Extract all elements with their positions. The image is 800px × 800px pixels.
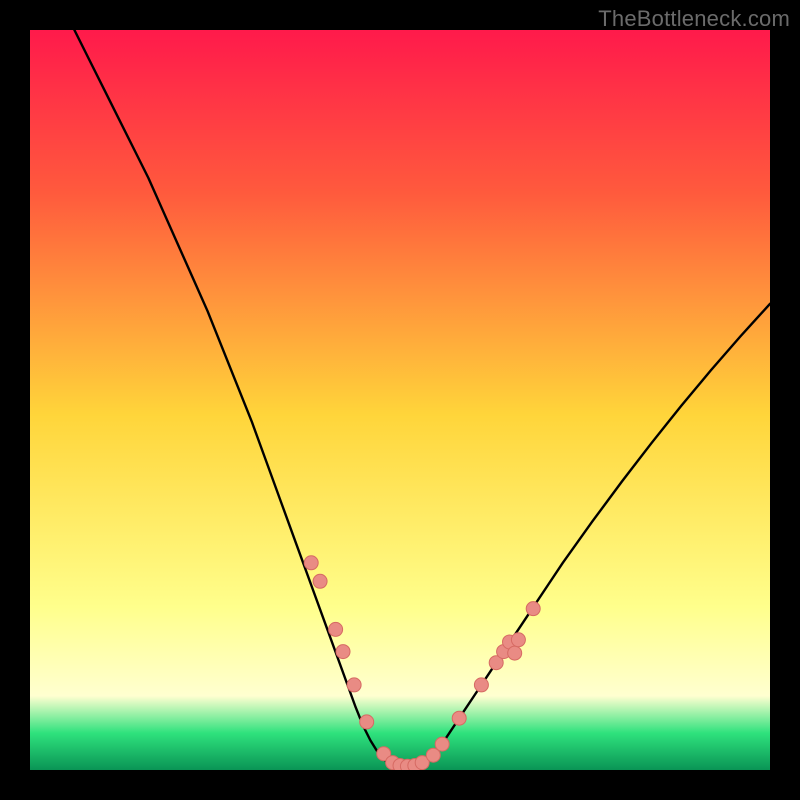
data-marker [313, 574, 327, 588]
chart-container: TheBottleneck.com [0, 0, 800, 800]
data-marker [329, 622, 343, 636]
data-marker [511, 633, 525, 647]
data-marker [474, 678, 488, 692]
plot-area [30, 30, 770, 770]
chart-svg [30, 30, 770, 770]
gradient-bg [30, 30, 770, 770]
data-marker [452, 711, 466, 725]
data-marker [347, 678, 361, 692]
data-marker [508, 646, 522, 660]
data-marker [336, 645, 350, 659]
data-marker [360, 715, 374, 729]
data-marker [304, 556, 318, 570]
data-marker [435, 737, 449, 751]
watermark-text: TheBottleneck.com [598, 6, 790, 32]
data-marker [526, 602, 540, 616]
